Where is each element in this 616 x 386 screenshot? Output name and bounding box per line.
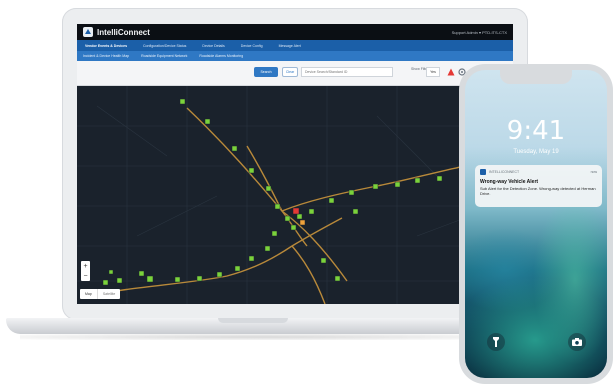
show-filter-select[interactable]: Yes xyxy=(426,67,440,77)
device-marker[interactable] xyxy=(231,145,238,152)
laptop-screen: IntelliConnect Support Admin ▾ PTD-ITS-C… xyxy=(77,24,513,304)
primary-nav: Vendor Events & Devices Configuration/De… xyxy=(77,40,513,51)
tab-device-config[interactable]: Device Config xyxy=(233,44,271,48)
device-marker[interactable] xyxy=(328,197,335,204)
device-marker[interactable] xyxy=(265,185,272,192)
device-marker[interactable] xyxy=(102,279,109,286)
alert-marker[interactable] xyxy=(292,207,300,215)
camera-icon[interactable] xyxy=(568,333,586,351)
notification-time: now xyxy=(590,170,597,174)
device-marker[interactable] xyxy=(394,181,401,188)
map-type-toggle: Map Satellite xyxy=(80,289,121,299)
warning-marker[interactable] xyxy=(299,219,306,226)
alert-icon[interactable] xyxy=(447,68,455,76)
phone-lock-screen: 9:41 Tuesday, May 19 INTELLICONNECT now … xyxy=(465,70,607,378)
lock-screen-date: Tuesday, May 19 xyxy=(513,149,559,155)
map-toolbar: Search Clear Show Filter Yes xyxy=(77,61,513,86)
zoom-in-button[interactable]: + xyxy=(83,263,87,270)
laptop-base xyxy=(6,318,498,334)
tab-device-details[interactable]: Device Details xyxy=(194,44,232,48)
notification-body: Sub Alert for the Detection Zone. Wrong-… xyxy=(480,186,596,196)
tab-message-alert[interactable]: Message Alert xyxy=(271,44,309,48)
device-marker[interactable] xyxy=(248,255,255,262)
zoom-control: + − xyxy=(81,261,90,281)
device-marker[interactable] xyxy=(108,269,114,275)
device-marker[interactable] xyxy=(334,275,341,282)
satellite-view-button[interactable]: Satellite xyxy=(96,289,120,299)
flashlight-icon[interactable] xyxy=(487,333,505,351)
laptop-shadow xyxy=(20,334,490,340)
app-notification-icon xyxy=(480,169,486,175)
device-marker[interactable] xyxy=(234,265,241,272)
map-view-button[interactable]: Map xyxy=(80,289,97,299)
map-canvas[interactable] xyxy=(77,86,513,304)
device-marker[interactable] xyxy=(216,271,223,278)
clear-button[interactable]: Clear xyxy=(282,67,298,77)
device-marker[interactable] xyxy=(436,175,443,182)
device-marker[interactable] xyxy=(271,230,278,237)
phone-notch xyxy=(500,70,572,84)
device-search-input[interactable] xyxy=(301,67,393,77)
device-marker[interactable] xyxy=(372,183,379,190)
app-header: IntelliConnect Support Admin ▾ PTD-ITS-C… xyxy=(77,24,513,40)
device-marker[interactable] xyxy=(264,245,271,252)
zoom-out-button[interactable]: − xyxy=(83,273,87,280)
app-title: IntelliConnect xyxy=(97,27,150,37)
device-marker[interactable] xyxy=(174,276,181,283)
device-marker[interactable] xyxy=(352,208,359,215)
subtab-equipment-network[interactable]: Roadside Equipment Network xyxy=(135,54,193,58)
device-marker[interactable] xyxy=(414,177,421,184)
lock-screen-time: 9:41 xyxy=(506,116,566,146)
subtab-health-map[interactable]: Incident & Device Health Map xyxy=(77,54,135,58)
device-marker[interactable] xyxy=(296,213,303,220)
device-marker[interactable] xyxy=(179,98,186,105)
notification-title: Wrong-way Vehicle Alert xyxy=(480,179,539,185)
device-marker[interactable] xyxy=(204,118,211,125)
app-logo-icon xyxy=(83,27,93,37)
device-marker[interactable] xyxy=(290,224,297,231)
device-marker[interactable] xyxy=(146,275,154,283)
device-map[interactable]: + − Map Satellite xyxy=(77,86,513,304)
device-marker[interactable] xyxy=(248,167,255,174)
subtab-alarms-monitoring[interactable]: Roadside Alarms Monitoring xyxy=(193,54,249,58)
device-marker[interactable] xyxy=(320,257,327,264)
laptop-notch xyxy=(218,318,288,323)
tab-configuration[interactable]: Configuration/Device Status xyxy=(135,44,194,48)
device-marker[interactable] xyxy=(348,189,355,196)
device-marker[interactable] xyxy=(284,215,291,222)
notification-app-name: INTELLICONNECT xyxy=(489,170,520,174)
device-marker[interactable] xyxy=(138,270,145,277)
device-marker[interactable] xyxy=(196,275,203,282)
push-notification[interactable]: INTELLICONNECT now Wrong-way Vehicle Ale… xyxy=(475,165,602,207)
user-menu[interactable]: Support Admin ▾ PTD-ITS-CTX xyxy=(452,30,507,35)
device-marker[interactable] xyxy=(308,208,315,215)
search-button[interactable]: Search xyxy=(254,67,278,77)
tab-vendor-events[interactable]: Vendor Events & Devices xyxy=(77,44,135,48)
device-marker[interactable] xyxy=(274,203,281,210)
secondary-nav: Incident & Device Health Map Roadside Eq… xyxy=(77,51,513,61)
device-marker[interactable] xyxy=(116,277,123,284)
